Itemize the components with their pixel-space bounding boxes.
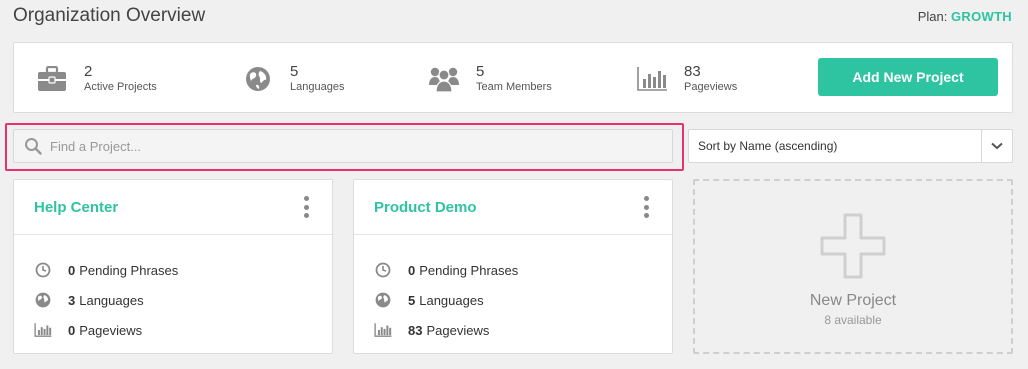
bar-chart-icon [634, 63, 670, 95]
plus-icon [820, 213, 886, 284]
more-options-icon[interactable] [302, 196, 310, 218]
sort-selected-value: Sort by Name (ascending) [698, 139, 838, 153]
team-icon [426, 63, 462, 95]
project-card[interactable]: Help Center 0 Pending Phrases 3 Language… [13, 179, 333, 354]
more-options-icon[interactable] [642, 196, 650, 218]
languages-count: 3 [68, 292, 76, 308]
plan-indicator: Plan: GROWTH [918, 9, 1012, 24]
stat-value: 83 [684, 62, 701, 80]
add-new-project-button[interactable]: Add New Project [818, 58, 998, 96]
plan-label: Plan: [917, 8, 948, 24]
pageviews-label: Pageviews [426, 322, 490, 338]
project-name[interactable]: Product Demo [374, 199, 477, 216]
pending-count: 0 [408, 262, 416, 278]
pending-phrases-row: 0 Pending Phrases [374, 255, 672, 285]
stat-team-members: 5 Team Members [426, 43, 552, 114]
pageviews-count: 0 [68, 322, 76, 338]
languages-row: 5 Languages [374, 285, 672, 315]
card-header: Help Center [14, 180, 332, 235]
clock-icon [34, 261, 52, 279]
bar-chart-icon [34, 321, 52, 339]
pageviews-count: 83 [408, 322, 423, 338]
new-project-card[interactable]: New Project 8 available [693, 179, 1013, 354]
pending-phrases-row: 0 Pending Phrases [34, 255, 332, 285]
languages-label: Languages [419, 292, 484, 308]
pageviews-label: Pageviews [79, 322, 143, 338]
globe-icon [374, 291, 392, 309]
globe-icon [34, 291, 52, 309]
stat-pageviews: 83 Pageviews [634, 43, 737, 114]
sort-dropdown[interactable]: Sort by Name (ascending) [688, 129, 1013, 163]
search-input[interactable] [50, 138, 672, 154]
pageviews-row: 0 Pageviews [34, 315, 332, 345]
stat-label: Active Projects [84, 80, 157, 93]
stat-label: Languages [290, 80, 345, 93]
pending-label: Pending Phrases [79, 262, 179, 278]
header: Organization Overview Plan: GROWTH [13, 4, 1012, 28]
languages-label: Languages [79, 292, 144, 308]
card-body: 0 Pending Phrases 3 Languages 0 Pageview… [14, 235, 332, 345]
stats-bar: 2 Active Projects 5 Languages 5 Team Mem… [13, 42, 1013, 113]
bar-chart-icon [374, 321, 392, 339]
clock-icon [374, 261, 392, 279]
card-body: 0 Pending Phrases 5 Languages 83 Pagevie… [354, 235, 672, 345]
stat-label: Pageviews [684, 80, 738, 93]
stat-active-projects: 2 Active Projects [34, 43, 157, 114]
globe-icon [240, 63, 276, 95]
pageviews-row: 83 Pageviews [374, 315, 672, 345]
project-card[interactable]: Product Demo 0 Pending Phrases 5 Languag… [353, 179, 673, 354]
plan-value: GROWTH [950, 8, 1012, 24]
pending-count: 0 [68, 262, 76, 278]
languages-count: 5 [408, 292, 416, 308]
stat-label: Team Members [476, 80, 552, 93]
new-project-availability: 8 available [824, 313, 882, 327]
new-project-title: New Project [809, 292, 897, 309]
stat-value: 5 [476, 62, 485, 80]
stat-value: 2 [84, 62, 93, 80]
pending-label: Pending Phrases [419, 262, 519, 278]
search-field[interactable] [13, 129, 673, 163]
page-title: Organization Overview [13, 5, 206, 26]
stat-value: 5 [290, 62, 299, 80]
card-header: Product Demo [354, 180, 672, 235]
briefcase-icon [34, 63, 70, 95]
stat-languages: 5 Languages [240, 43, 344, 114]
chevron-down-icon[interactable] [981, 130, 1012, 162]
languages-row: 3 Languages [34, 285, 332, 315]
project-name[interactable]: Help Center [34, 199, 118, 216]
search-icon [24, 137, 42, 155]
